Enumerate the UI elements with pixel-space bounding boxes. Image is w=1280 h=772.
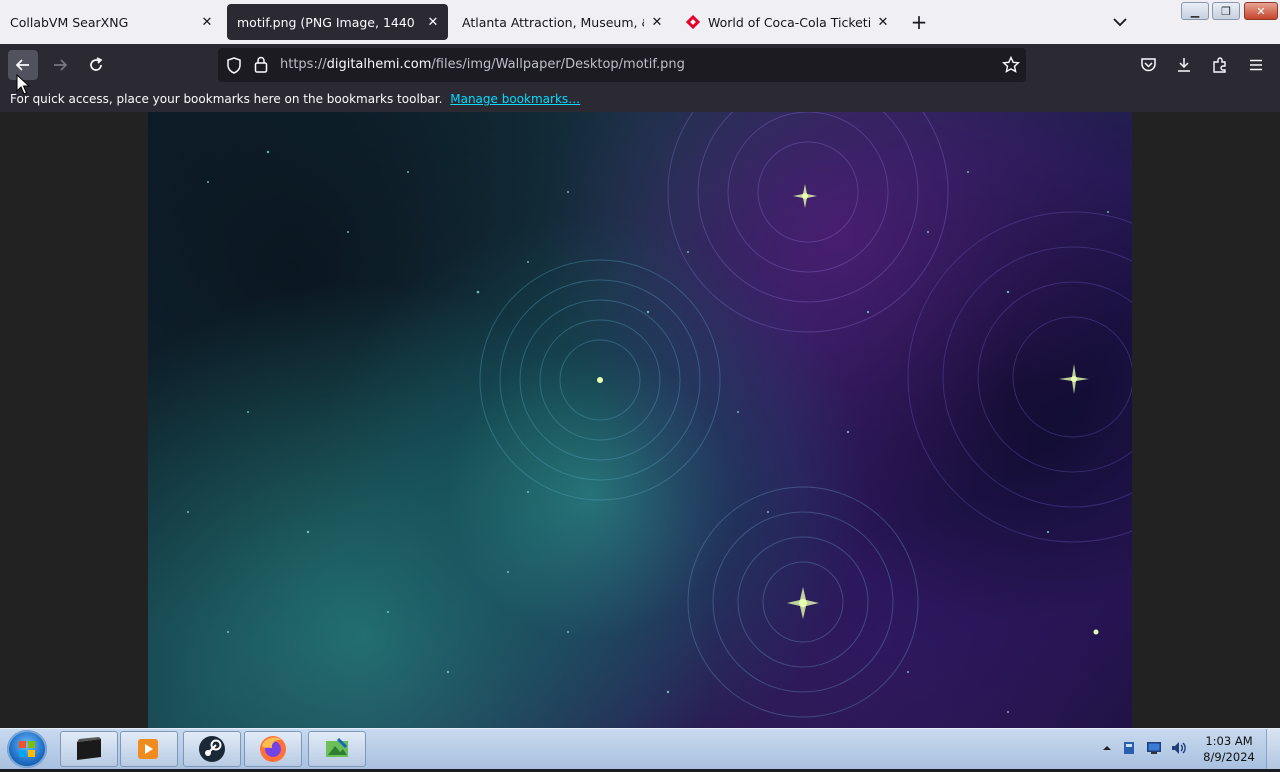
system-clock[interactable]: 1:03 AM 8/9/2024 — [1188, 733, 1270, 765]
coca-cola-favicon-icon — [686, 15, 700, 29]
tab-title: World of Coca-Cola Ticketing Site — [708, 14, 870, 30]
arrow-left-icon — [15, 59, 29, 71]
download-icon — [1178, 58, 1190, 72]
star-field — [187, 150, 1109, 713]
navigation-toolbar: https://digitalhemi.com/files/img/Wallpa… — [0, 44, 1280, 86]
steam-icon — [199, 736, 225, 762]
bookmarks-hint-text: For quick access, place your bookmarks h… — [10, 92, 443, 106]
clock-time: 1:03 AM — [1205, 734, 1253, 748]
url-path: /files/img/Wallpaper/Desktop/motif.png — [431, 57, 685, 72]
taskbar-media-player[interactable] — [120, 731, 178, 767]
taskbar-firefox[interactable] — [244, 731, 302, 767]
close-tab-icon[interactable]: ✕ — [874, 13, 892, 31]
arrow-right-icon — [54, 59, 68, 71]
bright-stars — [597, 184, 1099, 635]
pocket-icon — [1140, 58, 1156, 72]
close-tab-icon[interactable]: ✕ — [198, 13, 216, 31]
tab-motif-png[interactable]: motif.png (PNG Image, 1440 × 900 pixels)… — [227, 4, 448, 40]
close-tab-icon[interactable]: ✕ — [648, 13, 666, 31]
list-all-tabs-chevron-down-icon[interactable] — [1108, 10, 1132, 34]
lock-icon[interactable] — [254, 56, 268, 73]
swirl-right — [907, 211, 1132, 543]
tab-title: CollabVM SearXNG — [10, 14, 129, 30]
forward-button[interactable] — [45, 50, 75, 80]
show-desktop-button[interactable] — [1266, 729, 1280, 769]
reload-icon — [90, 57, 103, 71]
url-host: digitalhemi.com — [326, 57, 432, 72]
tray-app-icon[interactable] — [1120, 739, 1138, 757]
url-bar[interactable]: https://digitalhemi.com/files/img/Wallpa… — [218, 48, 1026, 82]
tab-title: Atlanta Attraction, Museum, & Venue — [462, 14, 644, 30]
minimize-window-button[interactable]: ▁ — [1181, 2, 1209, 20]
extensions-button[interactable] — [1208, 53, 1232, 77]
wallpaper-image[interactable] — [148, 112, 1132, 728]
wallpaper-artwork — [187, 112, 1132, 718]
clock-date: 8/9/2024 — [1203, 750, 1255, 764]
manage-bookmarks-link[interactable]: Manage bookmarks… — [450, 92, 580, 106]
puzzle-icon — [1213, 57, 1226, 73]
start-button[interactable] — [7, 730, 47, 768]
application-menu-button[interactable] — [1244, 53, 1268, 77]
bookmarks-toolbar: For quick access, place your bookmarks h… — [0, 86, 1280, 112]
image-viewer-icon — [326, 737, 348, 757]
volume-icon[interactable] — [1170, 739, 1188, 757]
swirl-top — [667, 112, 949, 333]
windows-logo-icon — [19, 741, 35, 757]
windows-taskbar: 1:03 AM 8/9/2024 — [0, 728, 1280, 769]
tab-title: motif.png (PNG Image, 1440 × 900 pixels) — [237, 14, 420, 30]
terminal-icon — [77, 737, 101, 760]
tab-atlanta-attraction[interactable]: Atlanta Attraction, Museum, & Venue ✕ — [452, 4, 672, 40]
close-tab-icon[interactable]: ✕ — [424, 13, 442, 31]
close-window-button[interactable]: ✕ — [1244, 2, 1278, 20]
url-scheme: https:// — [280, 57, 327, 72]
tab-collabvm-searxng[interactable]: CollabVM SearXNG ✕ — [0, 4, 222, 40]
hamburger-icon — [1250, 59, 1262, 71]
star-icon[interactable] — [1002, 56, 1020, 74]
media-player-icon — [138, 739, 158, 759]
url-text[interactable]: https://digitalhemi.com/files/img/Wallpa… — [280, 57, 685, 72]
new-tab-plus-icon[interactable]: + — [906, 10, 932, 34]
network-icon[interactable] — [1145, 739, 1163, 757]
tab-coca-cola-ticketing[interactable]: World of Coca-Cola Ticketing Site ✕ — [676, 4, 898, 40]
downloads-button[interactable] — [1172, 53, 1196, 77]
firefox-icon — [260, 736, 286, 762]
show-hidden-icons-chevron-up-icon[interactable] — [1098, 739, 1116, 757]
taskbar-image-viewer[interactable] — [308, 731, 366, 767]
mouse-cursor-icon — [16, 74, 30, 95]
taskbar-steam[interactable] — [183, 731, 241, 767]
reload-button[interactable] — [81, 50, 111, 80]
image-viewer-area — [0, 112, 1280, 728]
taskbar-terminal[interactable] — [60, 731, 118, 767]
pocket-button[interactable] — [1136, 53, 1160, 77]
tracking-protection-icon[interactable] — [226, 57, 242, 74]
restore-window-button[interactable]: ❐ — [1212, 2, 1240, 20]
tab-strip: CollabVM SearXNG ✕ motif.png (PNG Image,… — [0, 0, 1280, 44]
